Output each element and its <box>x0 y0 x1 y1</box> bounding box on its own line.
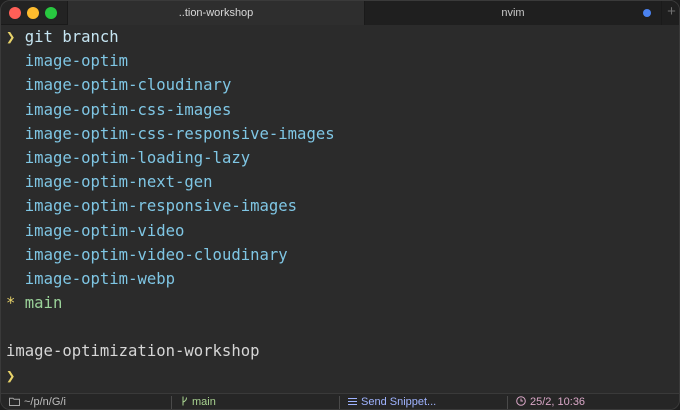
status-branch-text: main <box>192 396 216 408</box>
status-position[interactable]: 25/2, 10:36 <box>516 394 586 409</box>
terminal-window: ..tion-workshop nvim + ❯ git branch imag… <box>0 0 680 410</box>
status-divider <box>339 396 340 409</box>
minimize-window-button[interactable] <box>27 7 39 19</box>
maximize-window-button[interactable] <box>45 7 57 19</box>
status-position-text: 25/2, 10:36 <box>530 396 586 408</box>
clock-icon <box>516 394 526 409</box>
current-branch-marker: * <box>6 294 16 313</box>
command-line: ❯ git branch <box>6 25 679 49</box>
new-tab-button[interactable]: + <box>661 1 679 25</box>
status-divider <box>507 396 508 409</box>
status-bar: ~/p/n/G/i main Send Snippet... 25/2, 10:… <box>1 393 679 409</box>
tab-label: nvim <box>501 7 525 19</box>
status-branch[interactable]: main <box>181 394 216 409</box>
prompt-icon: ❯ <box>6 366 16 385</box>
directory-line: image-optimization-workshop <box>6 342 260 361</box>
send-snippet-label: Send Snippet... <box>361 396 437 408</box>
input-prompt-line[interactable]: ❯ <box>6 364 679 388</box>
list-icon <box>348 394 357 409</box>
modified-dot-icon <box>643 9 651 17</box>
branch-line: image-optim-next-gen <box>24 173 213 192</box>
prompt-icon: ❯ <box>6 28 16 46</box>
terminal-output[interactable]: ❯ git branch image-optim image-optim-clo… <box>1 25 679 393</box>
tab-nvim[interactable]: nvim <box>365 1 661 25</box>
status-path[interactable]: ~/p/n/G/i <box>9 394 66 409</box>
branch-line: image-optim-responsive-images <box>24 197 298 216</box>
folder-icon <box>9 394 20 409</box>
send-snippet-button[interactable]: Send Snippet... <box>348 394 437 409</box>
current-branch-line: * main <box>6 291 679 315</box>
plus-icon: + <box>667 3 676 20</box>
tab-workshop[interactable]: ..tion-workshop <box>67 1 365 25</box>
tab-label: ..tion-workshop <box>178 7 254 19</box>
command-text: git branch <box>24 28 119 46</box>
close-window-button[interactable] <box>9 7 21 19</box>
branch-line: image-optim-video <box>24 221 185 240</box>
status-path-text: ~/p/n/G/i <box>24 396 66 408</box>
branch-line: image-optim-css-images <box>24 100 232 119</box>
branch-line: image-optim-cloudinary <box>24 76 232 95</box>
branch-line: image-optim <box>24 52 129 71</box>
current-branch-name: main <box>24 294 63 313</box>
branch-line: image-optim-webp <box>24 269 176 288</box>
title-bar: ..tion-workshop nvim + <box>1 1 679 25</box>
branch-line: image-optim-video-cloudinary <box>24 245 288 264</box>
status-divider <box>171 396 172 409</box>
branch-line: image-optim-loading-lazy <box>24 148 251 167</box>
branch-line: image-optim-css-responsive-images <box>24 124 335 143</box>
git-branch-icon <box>181 394 188 409</box>
